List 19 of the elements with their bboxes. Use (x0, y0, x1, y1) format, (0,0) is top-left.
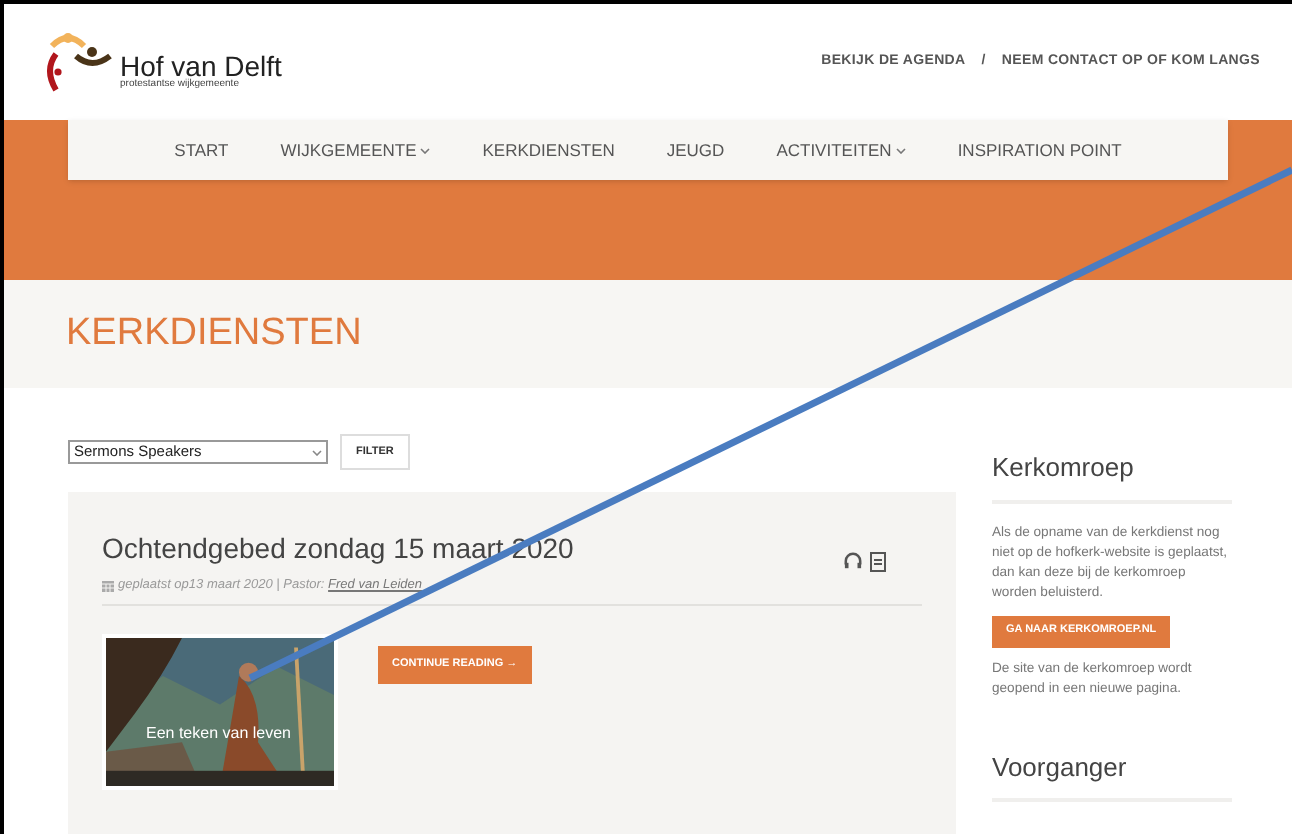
chevron-icon (420, 147, 431, 153)
nav-item[interactable]: WIJKGEMEENTE (280, 137, 431, 163)
nav-item[interactable]: INSPIRATION POINT (957, 137, 1122, 163)
document-icon[interactable] (870, 551, 886, 572)
calendar-icon (102, 579, 114, 592)
headphones-icon[interactable] (844, 551, 862, 570)
logo-icon (44, 30, 112, 94)
nav-item[interactable]: KERKDIENSTEN (482, 137, 615, 163)
logo-title: Hof van Delft (120, 51, 282, 79)
thumbnail-caption: Een teken van leven (146, 721, 291, 746)
nav-item[interactable]: START (174, 137, 229, 163)
chevron-icon (312, 449, 322, 455)
sidebar-heading: Kerkomroep (992, 448, 1232, 503)
sermon-thumbnail[interactable]: Een teken van leven (102, 633, 338, 790)
sidebar-heading: Voorganger (992, 747, 1232, 802)
chevron-icon (895, 147, 906, 153)
nav-item[interactable]: ACTIVITEITEN (776, 137, 906, 163)
nav-item[interactable]: JEUGD (666, 137, 725, 163)
page-title: KERKDIENSTEN (66, 309, 362, 358)
